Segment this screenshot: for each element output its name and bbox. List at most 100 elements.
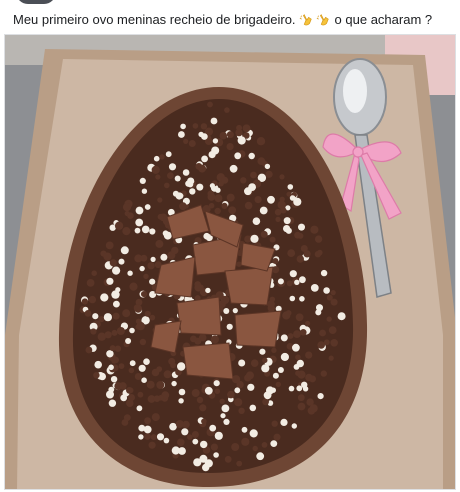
sprinkle — [295, 370, 301, 376]
sprinkle — [170, 362, 177, 369]
sprinkle — [295, 313, 304, 322]
sprinkle — [200, 123, 208, 130]
sprinkle — [248, 183, 256, 192]
sprinkle — [194, 283, 203, 292]
sprinkle — [178, 388, 186, 396]
sprinkle — [165, 151, 172, 158]
sprinkle — [328, 326, 337, 334]
sprinkle — [300, 329, 307, 336]
sprinkle — [248, 152, 255, 160]
sprinkle — [291, 423, 297, 429]
sprinkle — [203, 232, 210, 240]
sprinkle — [212, 138, 219, 144]
sprinkle — [114, 221, 124, 230]
sprinkle — [214, 194, 223, 203]
sprinkle — [111, 357, 118, 364]
sprinkle — [81, 298, 88, 305]
sprinkle — [146, 380, 155, 389]
sprinkle — [120, 394, 128, 402]
sprinkle — [171, 380, 177, 387]
post-photo[interactable] — [4, 34, 456, 490]
post-caption: Meu primeiro ovo meninas recheio de brig… — [13, 10, 454, 30]
sprinkle — [256, 452, 265, 461]
sprinkle — [316, 304, 323, 312]
sprinkle — [188, 140, 196, 147]
sprinkle — [280, 418, 288, 426]
sprinkle — [153, 395, 161, 403]
sprinkle — [134, 304, 143, 313]
sprinkle — [156, 433, 165, 441]
sprinkle — [181, 428, 189, 436]
sprinkle — [164, 182, 170, 189]
sprinkle — [191, 389, 200, 397]
sprinkle — [272, 372, 279, 379]
sprinkle — [289, 295, 296, 302]
sprinkle — [179, 202, 187, 211]
sprinkle — [109, 345, 116, 352]
sprinkle — [97, 332, 107, 341]
sprinkle — [189, 188, 196, 195]
sprinkle — [91, 270, 97, 276]
sprinkle — [309, 404, 318, 413]
sprinkle — [198, 164, 207, 173]
sprinkle — [280, 334, 288, 342]
sprinkle — [175, 420, 184, 428]
sprinkle — [265, 170, 273, 178]
sprinkle — [196, 183, 204, 191]
sprinkle — [249, 404, 257, 412]
sprinkle — [305, 320, 311, 326]
sprinkle — [187, 177, 195, 185]
sprinkle — [297, 402, 306, 411]
sprinkle — [328, 355, 334, 361]
sprinkle — [84, 310, 92, 317]
sprinkle — [305, 351, 313, 359]
sprinkle — [127, 212, 134, 219]
author-avatar[interactable] — [16, 0, 56, 4]
sprinkle — [273, 433, 281, 441]
sprinkle — [114, 382, 123, 391]
sprinkle — [160, 253, 168, 261]
sprinkle — [260, 230, 268, 238]
clapping-hands-icon — [299, 14, 312, 26]
sprinkle — [300, 245, 308, 252]
sprinkle — [90, 328, 97, 335]
sprinkle — [241, 437, 250, 446]
sprinkle — [293, 330, 301, 338]
sprinkle — [287, 184, 294, 190]
sprinkle — [223, 418, 230, 425]
sprinkle — [171, 246, 179, 255]
sprinkle — [143, 273, 149, 280]
sprinkle — [254, 196, 262, 204]
sprinkle — [139, 338, 147, 346]
sprinkle — [134, 227, 141, 234]
sprinkle — [149, 314, 156, 321]
sprinkle — [92, 313, 99, 320]
sprinkle — [183, 138, 189, 144]
sprinkle — [122, 203, 132, 212]
sprinkle — [171, 446, 180, 455]
sprinkle — [226, 193, 235, 202]
sprinkle — [205, 287, 211, 294]
sprinkle — [144, 204, 151, 210]
sprinkle — [214, 431, 223, 440]
sprinkle — [163, 370, 172, 379]
sprinkle — [319, 329, 326, 337]
sprinkle — [138, 364, 146, 372]
sprinkle — [208, 151, 216, 159]
sprinkle — [224, 107, 230, 113]
sprinkle — [111, 329, 118, 336]
sprinkle — [139, 265, 145, 272]
sprinkle — [135, 218, 144, 227]
sprinkle — [320, 269, 328, 277]
sprinkle — [207, 101, 213, 108]
sprinkle — [317, 393, 324, 400]
sprinkle — [286, 280, 293, 287]
sprinkle — [156, 381, 165, 389]
sprinkle — [228, 206, 237, 215]
sprinkle — [196, 396, 204, 404]
chocolate-easter-egg-photo — [5, 35, 455, 489]
sprinkle — [226, 323, 233, 330]
sprinkle — [269, 236, 276, 243]
sprinkle — [193, 458, 202, 467]
sprinkle — [295, 354, 301, 361]
